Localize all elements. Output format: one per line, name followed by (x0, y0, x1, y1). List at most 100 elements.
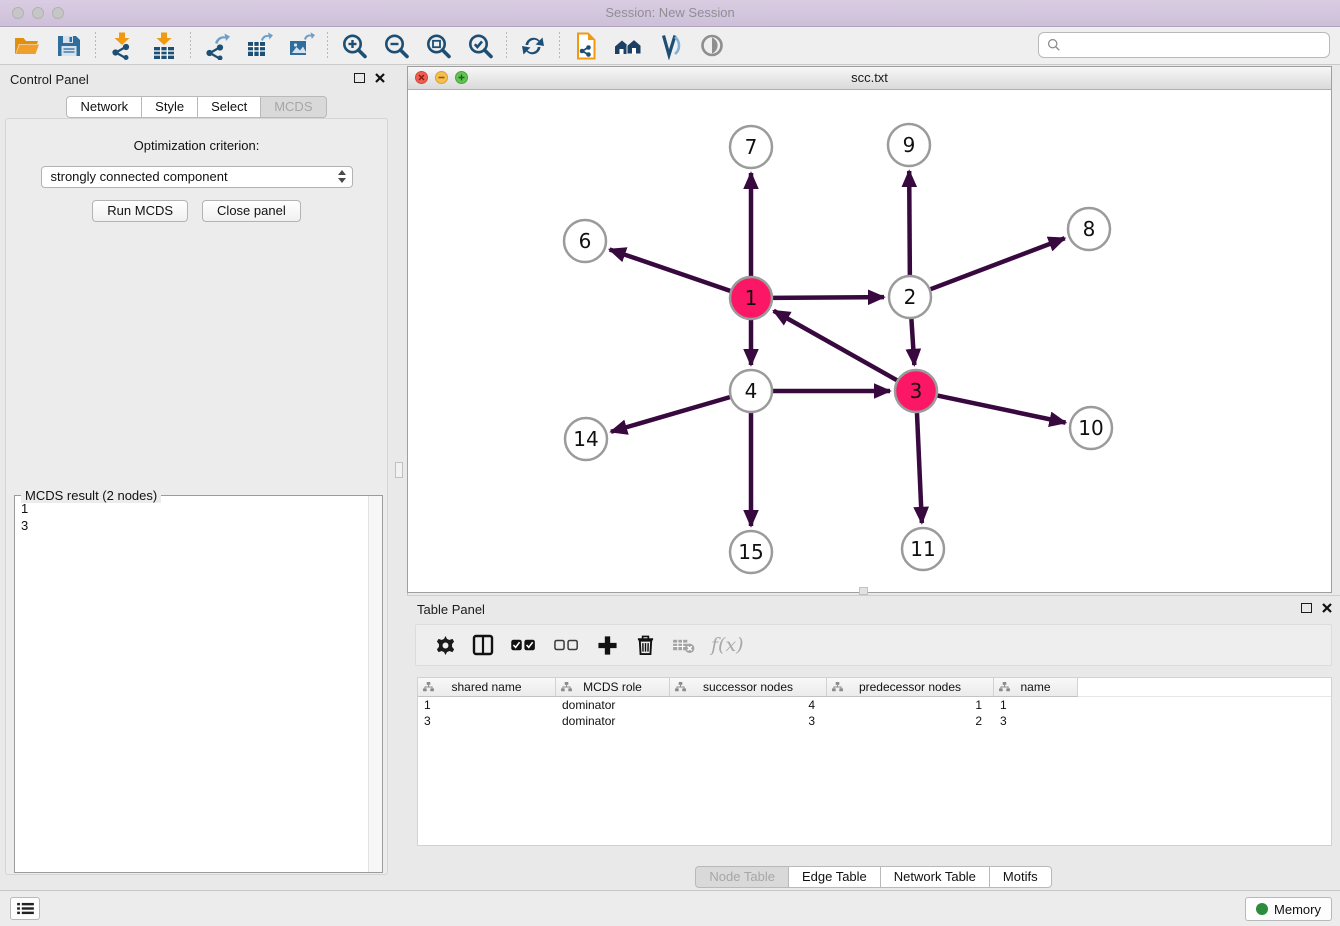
edge-3-11[interactable] (917, 413, 922, 523)
edge-2-8[interactable] (931, 238, 1065, 289)
node-7[interactable]: 7 (730, 126, 772, 168)
toolbar-separator (506, 32, 507, 60)
criterion-dropdown[interactable]: strongly connected component (41, 166, 353, 188)
delete-row-icon (636, 634, 655, 656)
node-label: 15 (738, 540, 763, 564)
export-network-button[interactable] (196, 29, 238, 63)
import-network-button[interactable] (101, 29, 143, 63)
column-label: MCDS role (583, 680, 642, 694)
node-11[interactable]: 11 (902, 528, 944, 570)
run-mcds-button[interactable]: Run MCDS (92, 200, 188, 222)
node-15[interactable]: 15 (730, 531, 772, 573)
unselect-all-button[interactable] (553, 633, 580, 657)
table-row[interactable]: 1dominator411 (418, 697, 1331, 713)
search-box (1038, 32, 1330, 58)
tab-edge-table[interactable]: Edge Table (789, 866, 881, 888)
close-table-panel-icon[interactable] (1322, 603, 1332, 613)
table-row[interactable]: 3dominator323 (418, 713, 1331, 729)
save-session-icon (55, 32, 83, 60)
delete-row-button[interactable] (634, 633, 656, 657)
open-session-icon (13, 32, 41, 60)
zoom-fit-button[interactable] (417, 29, 459, 63)
toolbar-separator (95, 32, 96, 60)
titlebar: Session: New Session (0, 0, 1340, 27)
import-network-icon (108, 32, 136, 60)
node-2[interactable]: 2 (889, 276, 931, 318)
search-input[interactable] (1065, 34, 1329, 56)
column-header-MCDS-role[interactable]: MCDS role (556, 678, 670, 697)
node-3[interactable]: 3 (895, 370, 937, 412)
horizontal-splitter-grip[interactable] (859, 587, 868, 595)
close-panel-icon[interactable] (375, 73, 385, 83)
first-neighbors-button[interactable] (607, 29, 649, 63)
zoom-selected-button[interactable] (459, 29, 501, 63)
tab-network[interactable]: Network (66, 96, 142, 118)
column-header-name[interactable]: name (994, 678, 1078, 697)
export-table-button[interactable] (238, 29, 280, 63)
export-image-button[interactable] (280, 29, 322, 63)
tab-node-table[interactable]: Node Table (695, 866, 789, 888)
result-line: 1 (21, 500, 362, 517)
search-icon (1047, 38, 1061, 52)
node-10[interactable]: 10 (1070, 407, 1112, 449)
node-label: 11 (910, 537, 935, 561)
show-all-button[interactable] (691, 29, 733, 63)
edge-2-3[interactable] (911, 319, 914, 365)
node-4[interactable]: 4 (730, 370, 772, 412)
column-header-successor-nodes[interactable]: successor nodes (670, 678, 827, 697)
column-header-predecessor-nodes[interactable]: predecessor nodes (827, 678, 994, 697)
export-image-icon (287, 32, 315, 60)
column-label: shared name (451, 680, 521, 694)
edge-1-2[interactable] (773, 297, 884, 298)
hide-selected-button[interactable] (649, 29, 691, 63)
network-canvas[interactable]: 7 9 6 8 1 2 4 3 14 10 15 11 (408, 89, 1331, 592)
zoom-selected-icon (466, 32, 494, 60)
network-view-window: scc.txt 7968124314101511 (407, 66, 1332, 593)
import-table-icon (150, 32, 178, 60)
columns-button[interactable] (472, 633, 494, 657)
open-session-button[interactable] (6, 29, 48, 63)
header-filler (1078, 678, 1331, 697)
tab-style[interactable]: Style (142, 96, 198, 118)
zoom-in-icon (340, 32, 368, 60)
float-table-panel-icon[interactable] (1301, 603, 1312, 613)
save-session-button[interactable] (48, 29, 90, 63)
edge-3-10[interactable] (938, 396, 1066, 423)
node-9[interactable]: 9 (888, 124, 930, 166)
node-label: 3 (910, 379, 923, 403)
zoom-out-button[interactable] (375, 29, 417, 63)
node-14[interactable]: 14 (565, 418, 607, 460)
node-6[interactable]: 6 (564, 220, 606, 262)
cell: dominator (556, 713, 670, 729)
column-header-shared-name[interactable]: shared name (418, 678, 556, 697)
tab-motifs[interactable]: Motifs (990, 866, 1052, 888)
add-row-icon (597, 635, 618, 656)
tab-mcds[interactable]: MCDS (261, 96, 326, 118)
vertical-splitter-grip[interactable] (395, 462, 403, 478)
close-panel-button[interactable]: Close panel (202, 200, 301, 222)
result-scrollbar[interactable] (368, 496, 382, 872)
tab-network-table[interactable]: Network Table (881, 866, 990, 888)
select-all-button[interactable] (510, 633, 537, 657)
edge-4-14[interactable] (611, 397, 730, 432)
float-panel-icon[interactable] (354, 73, 365, 83)
zoom-in-button[interactable] (333, 29, 375, 63)
tab-select[interactable]: Select (198, 96, 261, 118)
vertical-splitter[interactable] (393, 66, 408, 878)
memory-button[interactable]: Memory (1245, 897, 1332, 921)
edge-3-1[interactable] (774, 311, 897, 380)
new-network-from-selection-button[interactable] (565, 29, 607, 63)
task-history-button[interactable] (10, 897, 40, 920)
first-neighbors-icon (614, 32, 642, 60)
node-8[interactable]: 8 (1068, 208, 1110, 250)
add-row-button[interactable] (596, 633, 618, 657)
import-table-button[interactable] (143, 29, 185, 63)
cell: 4 (670, 697, 827, 713)
edge-1-6[interactable] (610, 249, 731, 290)
node-table: shared name MCDS role successor nodesprede… (417, 677, 1332, 846)
edge-2-9[interactable] (909, 171, 910, 275)
refresh-layout-button[interactable] (512, 29, 554, 63)
node-1[interactable]: 1 (730, 277, 772, 319)
cell: 2 (827, 713, 994, 729)
gear-button[interactable] (434, 633, 456, 657)
